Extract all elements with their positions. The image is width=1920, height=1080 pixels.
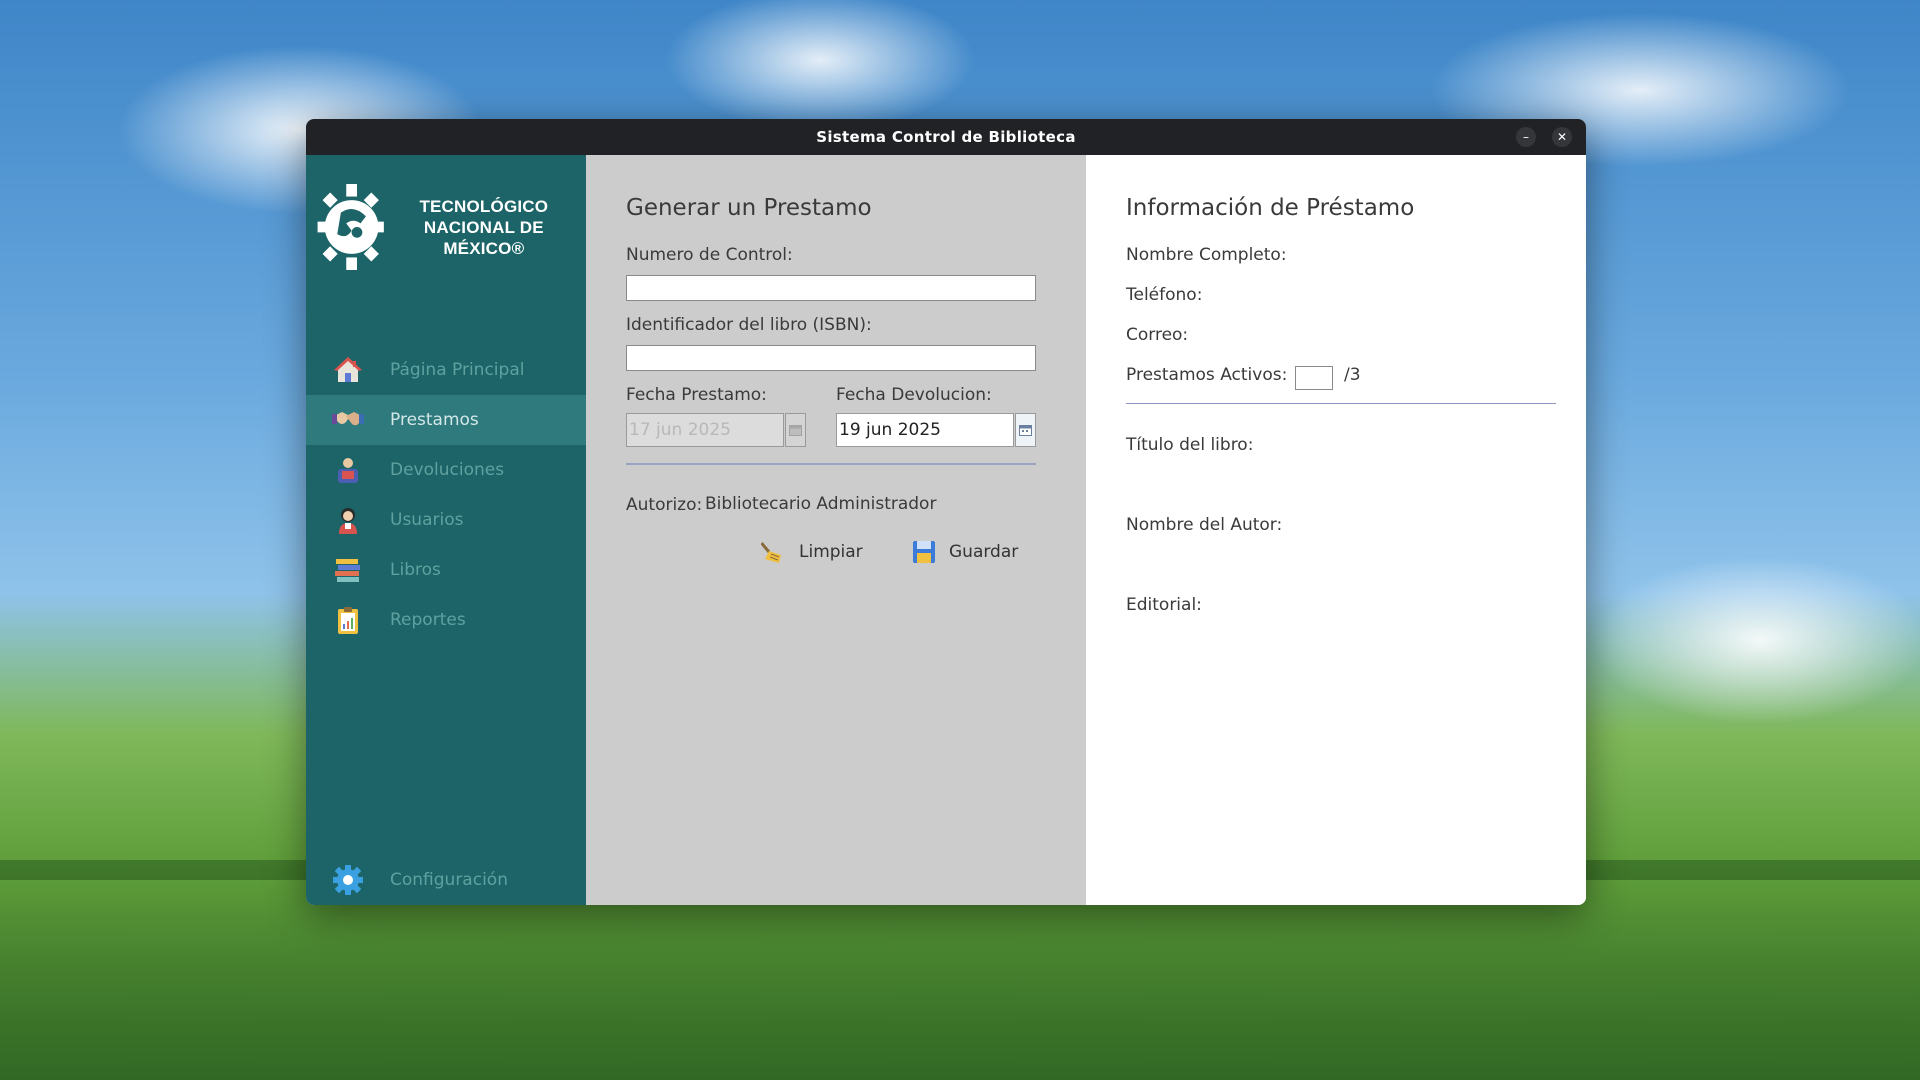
sidebar-item-usuarios[interactable]: Usuarios bbox=[306, 495, 586, 545]
sidebar-item-label: Usuarios bbox=[390, 510, 464, 530]
minimize-button[interactable]: – bbox=[1516, 127, 1536, 147]
calendar-icon bbox=[1019, 424, 1032, 436]
sidebar-item-label: Prestamos bbox=[390, 410, 479, 430]
isbn-input[interactable] bbox=[626, 345, 1036, 371]
app-window: Sistema Control de Biblioteca – ✕ TECNOL… bbox=[306, 119, 1586, 905]
sidebar-item-devoluciones[interactable]: Devoluciones bbox=[306, 445, 586, 495]
tecnm-gear-icon bbox=[317, 184, 384, 270]
book-title-label: Título del libro: bbox=[1126, 435, 1254, 455]
close-button[interactable]: ✕ bbox=[1552, 127, 1572, 147]
phone-label: Teléfono: bbox=[1126, 285, 1203, 305]
loan-date-calendar-button bbox=[785, 413, 806, 447]
sidebar-item-label: Libros bbox=[390, 560, 441, 580]
info-divider bbox=[1126, 403, 1556, 404]
sidebar-item-label: Reportes bbox=[390, 610, 466, 630]
tecnm-logo: TECNOLÓGICO NACIONAL DE MÉXICO® bbox=[314, 167, 576, 287]
author-label: Nombre del Autor: bbox=[1126, 515, 1283, 535]
full-name-label: Nombre Completo: bbox=[1126, 245, 1287, 265]
return-date-field[interactable]: 19 jun 2025 bbox=[836, 413, 1014, 447]
clipboard-icon bbox=[332, 604, 364, 636]
sidebar-item-label: Página Principal bbox=[390, 360, 525, 380]
info-title: Información de Préstamo bbox=[1126, 195, 1415, 221]
broom-icon bbox=[761, 539, 787, 565]
isbn-label: Identificador del libro (ISBN): bbox=[626, 315, 872, 335]
return-date-calendar-button[interactable] bbox=[1015, 413, 1036, 447]
return-date-label: Fecha Devolucion: bbox=[836, 385, 992, 405]
active-loans-label: Prestamos Activos: bbox=[1126, 365, 1288, 385]
limpiar-button[interactable]: Limpiar bbox=[761, 539, 863, 565]
sidebar-item-prestamos[interactable]: Prestamos bbox=[306, 395, 586, 445]
logo-line-1: TECNOLÓGICO bbox=[419, 196, 549, 216]
sidebar-item-configuracion[interactable]: Configuración bbox=[306, 855, 586, 905]
control-number-input[interactable] bbox=[626, 275, 1036, 301]
sidebar-item-reportes[interactable]: Reportes bbox=[306, 595, 586, 645]
logo-line-2: NACIONAL DE MÉXICO® bbox=[423, 217, 544, 258]
save-icon bbox=[911, 539, 937, 565]
authorized-label: Autorizo: bbox=[626, 495, 703, 515]
publisher-label: Editorial: bbox=[1126, 595, 1202, 615]
loan-date-label: Fecha Prestamo: bbox=[626, 385, 767, 405]
email-label: Correo: bbox=[1126, 325, 1189, 345]
form-title: Generar un Prestamo bbox=[626, 195, 872, 221]
gear-icon bbox=[332, 864, 364, 896]
sidebar-item-pagina-principal[interactable]: Página Principal bbox=[306, 345, 586, 395]
sidebar-nav: Página Principal Prestamos Devoluciones … bbox=[306, 345, 586, 645]
form-divider bbox=[626, 463, 1036, 465]
guardar-button[interactable]: Guardar bbox=[911, 539, 1018, 565]
control-number-label: Numero de Control: bbox=[626, 245, 793, 265]
sidebar-item-libros[interactable]: Libros bbox=[306, 545, 586, 595]
authorized-value: Bibliotecario Administrador bbox=[705, 494, 937, 514]
handshake-icon bbox=[332, 404, 364, 436]
sidebar-item-label: Configuración bbox=[390, 870, 508, 890]
sidebar-item-label: Devoluciones bbox=[390, 460, 505, 480]
title-bar[interactable]: Sistema Control de Biblioteca – ✕ bbox=[306, 119, 1586, 155]
books-icon bbox=[332, 554, 364, 586]
active-loans-max: /3 bbox=[1344, 365, 1361, 385]
user-icon bbox=[332, 504, 364, 536]
house-icon bbox=[332, 354, 364, 386]
active-loans-count bbox=[1295, 366, 1333, 390]
calendar-icon bbox=[789, 424, 802, 436]
limpiar-label: Limpiar bbox=[799, 542, 863, 562]
loan-form-panel: Generar un Prestamo Numero de Control: I… bbox=[586, 155, 1086, 905]
tecnm-logo-text: TECNOLÓGICO NACIONAL DE MÉXICO® bbox=[392, 196, 576, 259]
return-icon bbox=[332, 454, 364, 486]
loan-info-panel: Información de Préstamo Nombre Completo:… bbox=[1086, 155, 1586, 905]
sidebar: TECNOLÓGICO NACIONAL DE MÉXICO® Página P… bbox=[306, 155, 586, 905]
loan-date-field: 17 jun 2025 bbox=[626, 413, 784, 447]
window-title: Sistema Control de Biblioteca bbox=[816, 128, 1076, 146]
guardar-label: Guardar bbox=[949, 542, 1019, 562]
